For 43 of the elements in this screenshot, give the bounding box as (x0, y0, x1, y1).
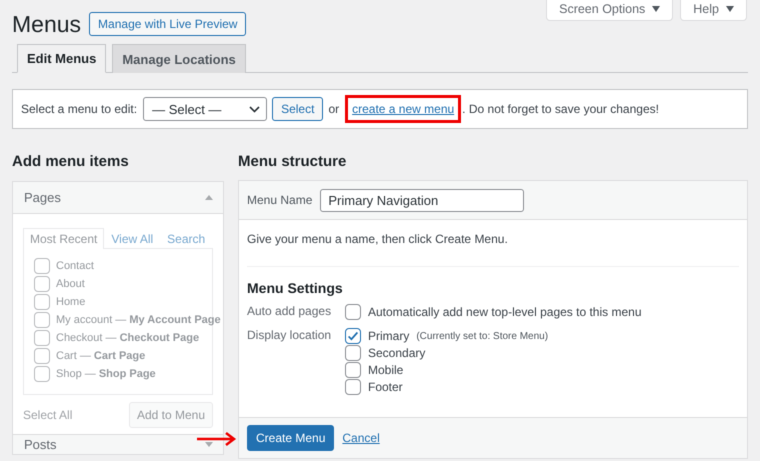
settings-heading: Menu Settings (247, 280, 344, 296)
select-button[interactable]: Select (272, 97, 324, 121)
nav-tab[interactable]: Manage Locations (112, 44, 246, 73)
checkbox[interactable] (345, 328, 361, 344)
option-label: Footer (368, 380, 403, 394)
page-item-label: Cart — Cart Page (56, 350, 146, 362)
page-item-label: Shop — Shop Page (56, 368, 156, 380)
page-item-label: Checkout — Checkout Page (56, 332, 200, 344)
screen-meta-toggle[interactable]: Screen Options (546, 0, 674, 21)
menu-select[interactable]: — Select — (143, 97, 268, 121)
option-label: Secondary (368, 346, 426, 360)
option-label: Automatically add new top-level pages to this menu (368, 305, 642, 319)
save-reminder-text: . Do not forget to save your changes! (462, 102, 659, 116)
section-heading: Menu structure (238, 153, 348, 170)
page-item-label: Contact (56, 260, 94, 272)
select-label: Select a menu to edit: (21, 102, 138, 116)
nav-tab[interactable]: Edit Menus (17, 44, 106, 73)
create-menu-button[interactable]: Create Menu (247, 425, 334, 451)
create-menu-link[interactable]: create a new menu (352, 102, 454, 116)
page-item-label: My account — My Account Page (56, 314, 221, 326)
setting-label: Display location (247, 328, 332, 344)
setting-label: Auto add pages (247, 304, 332, 320)
cancel-link[interactable]: Cancel (342, 431, 380, 445)
checkbox[interactable] (345, 379, 361, 395)
chevron-icon (249, 106, 260, 112)
menu-name-input[interactable]: Primary Navigation (320, 188, 524, 212)
hint-text: Give your menu a name, then click Create Menu. (247, 232, 509, 246)
select-text: or (328, 102, 340, 116)
checkbox[interactable] (345, 304, 361, 320)
option-note: (Currently set to: Store Menu) (416, 330, 548, 342)
page-item-label: Home (56, 296, 86, 308)
live-preview-button[interactable]: Manage with Live Preview (89, 12, 246, 36)
menu-name-label: Menu Name (247, 193, 312, 207)
page-title: Menus (12, 12, 82, 36)
caret-icon (652, 6, 660, 12)
section-heading: Add menu items (12, 153, 130, 170)
checkbox[interactable] (345, 345, 361, 361)
screen-meta-toggle[interactable]: Help (680, 0, 747, 21)
option-label: Primary (368, 329, 410, 343)
option-label: Mobile (368, 363, 404, 377)
caret-icon (726, 6, 734, 12)
checkbox[interactable] (345, 362, 361, 378)
page-item-label: About (56, 278, 85, 290)
